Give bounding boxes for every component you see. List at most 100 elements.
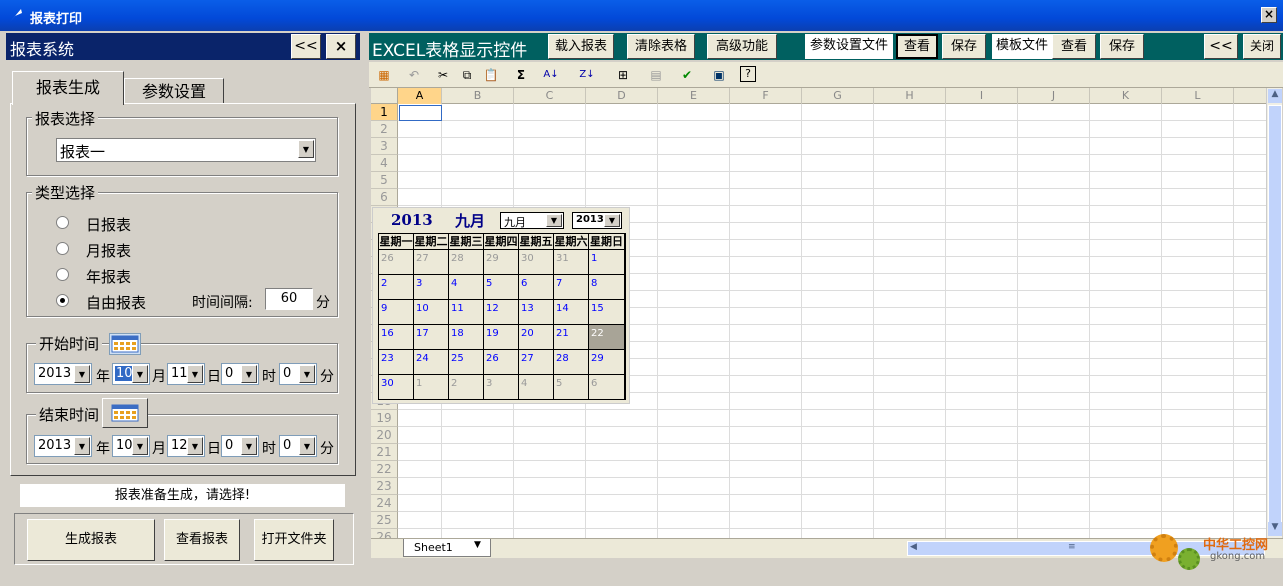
col-header-E[interactable]: E	[658, 88, 730, 104]
row-header[interactable]: 26	[371, 529, 398, 538]
calendar-day[interactable]: 7	[554, 275, 589, 300]
tab-param-settings[interactable]: 参数设置	[124, 78, 224, 104]
right-close-button[interactable]: 关闭	[1243, 34, 1281, 59]
scroll-thumb[interactable]	[1268, 105, 1282, 535]
row-header[interactable]: 24	[371, 495, 398, 512]
left-close-button[interactable]: ×	[326, 34, 356, 59]
row-header[interactable]: 2	[371, 121, 398, 138]
calendar-day[interactable]: 18	[449, 325, 484, 350]
calendar-day[interactable]: 1	[414, 375, 449, 400]
calendar-day[interactable]: 16	[379, 325, 414, 350]
chevron-down-icon[interactable]: ▼	[604, 214, 620, 227]
row-header[interactable]: 22	[371, 461, 398, 478]
interval-input[interactable]: 60	[265, 288, 313, 310]
calendar-day[interactable]: 5	[554, 375, 589, 400]
calendar-day[interactable]: 17	[414, 325, 449, 350]
radio-daily[interactable]	[56, 216, 69, 229]
chevron-down-icon[interactable]: ▼	[132, 365, 148, 383]
protect-icon[interactable]: ▤	[647, 66, 665, 84]
row-header[interactable]: 4	[371, 155, 398, 172]
vertical-scrollbar[interactable]: ▲ ▼	[1266, 88, 1282, 538]
col-header-D[interactable]: D	[586, 88, 658, 104]
scroll-down-icon[interactable]: ▼	[1268, 522, 1282, 536]
end-calendar-icon[interactable]	[102, 398, 148, 428]
calendar-month-select[interactable]: 九月 ▼	[500, 212, 564, 229]
chevron-down-icon[interactable]: ▼	[298, 140, 314, 158]
sum-icon[interactable]: Σ	[512, 66, 530, 84]
sort-asc-icon[interactable]: A↓	[542, 66, 560, 84]
col-header-C[interactable]: C	[514, 88, 586, 104]
end-hour-combo[interactable]: 0 ▼	[221, 435, 259, 457]
calendar-day[interactable]: 26	[484, 350, 519, 375]
paste-icon[interactable]: 📋	[482, 66, 500, 84]
calendar-day[interactable]: 9	[379, 300, 414, 325]
clear-table-button[interactable]: 清除表格	[627, 34, 695, 59]
calendar-day[interactable]: 27	[519, 350, 554, 375]
chevron-down-icon[interactable]: ▼	[241, 365, 257, 383]
col-header-K[interactable]: K	[1090, 88, 1162, 104]
view-report-button[interactable]: 查看报表	[164, 519, 240, 561]
report-select-combo[interactable]: 报表一 ▼	[56, 138, 316, 162]
view-param-button[interactable]: 查看	[896, 34, 938, 59]
start-minute-combo[interactable]: 0 ▼	[279, 363, 317, 385]
calendar-day[interactable]: 27	[414, 250, 449, 275]
calendar-day[interactable]: 13	[519, 300, 554, 325]
calendar-day[interactable]: 4	[449, 275, 484, 300]
calendar-day[interactable]: 11	[449, 300, 484, 325]
load-report-button[interactable]: 载入报表	[548, 34, 614, 59]
calendar-day[interactable]: 28	[449, 250, 484, 275]
start-hour-combo[interactable]: 0 ▼	[221, 363, 259, 385]
view-template-button[interactable]: 查看	[1052, 34, 1096, 59]
radio-yearly[interactable]	[56, 268, 69, 281]
calendar-year-select[interactable]: 2013 ▼	[572, 212, 622, 229]
calendar-day[interactable]: 30	[379, 375, 414, 400]
scroll-left-icon[interactable]: ◀	[910, 542, 917, 552]
sheet-dropdown-icon[interactable]: ▼	[474, 540, 481, 550]
filter-icon[interactable]: ⊞	[614, 66, 632, 84]
col-header-A[interactable]: A	[398, 88, 442, 104]
calendar-day[interactable]: 29	[589, 350, 625, 375]
calendar-day[interactable]: 24	[414, 350, 449, 375]
start-month-combo[interactable]: 10 ▼	[112, 363, 150, 385]
row-header[interactable]: 21	[371, 444, 398, 461]
col-header-H[interactable]: H	[874, 88, 946, 104]
start-year-combo[interactable]: 2013 ▼	[34, 363, 92, 385]
undo-icon[interactable]: ↶	[405, 66, 423, 84]
window-close-button[interactable]: ×	[1261, 7, 1277, 23]
calendar-day[interactable]: 2	[449, 375, 484, 400]
radio-monthly[interactable]	[56, 242, 69, 255]
help-icon[interactable]: ?	[740, 66, 756, 82]
chevron-down-icon[interactable]: ▼	[187, 437, 203, 455]
start-calendar-icon[interactable]	[109, 333, 141, 355]
col-header-L[interactable]: L	[1162, 88, 1234, 104]
export-icon[interactable]: ✔	[678, 66, 696, 84]
row-header[interactable]: 23	[371, 478, 398, 495]
calendar-day[interactable]: 23	[379, 350, 414, 375]
calendar-day[interactable]: 6	[589, 375, 625, 400]
row-header[interactable]: 1	[371, 104, 398, 121]
advanced-button[interactable]: 高级功能	[707, 34, 777, 59]
row-header[interactable]: 19	[371, 410, 398, 427]
copy-format-icon[interactable]: ▦	[375, 66, 393, 84]
sort-desc-icon[interactable]: Z↓	[578, 66, 596, 84]
sheet-tab[interactable]: Sheet1 ▼	[403, 539, 491, 557]
calendar-day[interactable]: 2	[379, 275, 414, 300]
left-collapse-button[interactable]: <<	[291, 34, 321, 59]
row-header[interactable]: 3	[371, 138, 398, 155]
end-day-combo[interactable]: 12 ▼	[167, 435, 205, 457]
chevron-down-icon[interactable]: ▼	[299, 437, 315, 455]
col-header-F[interactable]: F	[730, 88, 802, 104]
right-collapse-button[interactable]: <<	[1204, 34, 1238, 59]
chevron-down-icon[interactable]: ▼	[132, 437, 148, 455]
chevron-down-icon[interactable]: ▼	[241, 437, 257, 455]
calendar-day[interactable]: 3	[484, 375, 519, 400]
cut-icon[interactable]: ✂	[434, 66, 452, 84]
calendar-day[interactable]: 14	[554, 300, 589, 325]
end-month-combo[interactable]: 10 ▼	[112, 435, 150, 457]
open-folder-button[interactable]: 打开文件夹	[254, 519, 334, 561]
tab-report-generate[interactable]: 报表生成	[12, 71, 124, 105]
save-param-button[interactable]: 保存	[942, 34, 986, 59]
chevron-down-icon[interactable]: ▼	[74, 437, 90, 455]
calendar-day[interactable]: 15	[589, 300, 625, 325]
calendar-day[interactable]: 6	[519, 275, 554, 300]
